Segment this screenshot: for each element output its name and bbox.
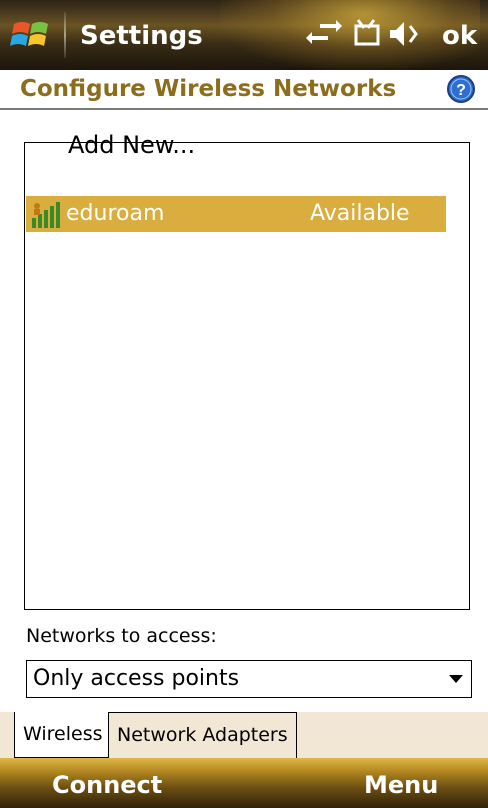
windows-start-icon[interactable]	[10, 14, 56, 56]
network-status: Available	[310, 201, 410, 226]
status-icons	[306, 19, 418, 46]
connect-softkey[interactable]: Connect	[52, 770, 162, 800]
speaker-icon	[390, 22, 418, 46]
ok-button[interactable]: ok	[442, 20, 477, 52]
network-list-item[interactable]: eduroam Available	[26, 196, 446, 232]
menu-softkey[interactable]: Menu	[364, 770, 438, 800]
networks-to-access-label: Networks to access:	[26, 625, 217, 647]
phone-off-icon	[354, 19, 380, 46]
page-title: Configure Wireless Networks	[20, 76, 397, 102]
chevron-down-icon	[449, 675, 463, 683]
app-title: Settings	[80, 21, 203, 51]
help-icon[interactable]: ?	[446, 74, 476, 104]
network-name: eduroam	[66, 201, 165, 226]
networks-to-access-select[interactable]: Only access points	[26, 660, 472, 698]
signal-strength-icon	[32, 202, 60, 228]
svg-text:?: ?	[456, 82, 466, 99]
tab-wireless[interactable]: Wireless	[14, 712, 111, 758]
title-divider	[64, 12, 66, 58]
header-divider	[0, 108, 488, 110]
add-new-network-item[interactable]: Add New...	[68, 130, 195, 160]
tab-network-adapters[interactable]: Network Adapters	[108, 712, 297, 758]
dropdown-value: Only access points	[33, 666, 240, 691]
connectivity-icon	[306, 20, 342, 44]
